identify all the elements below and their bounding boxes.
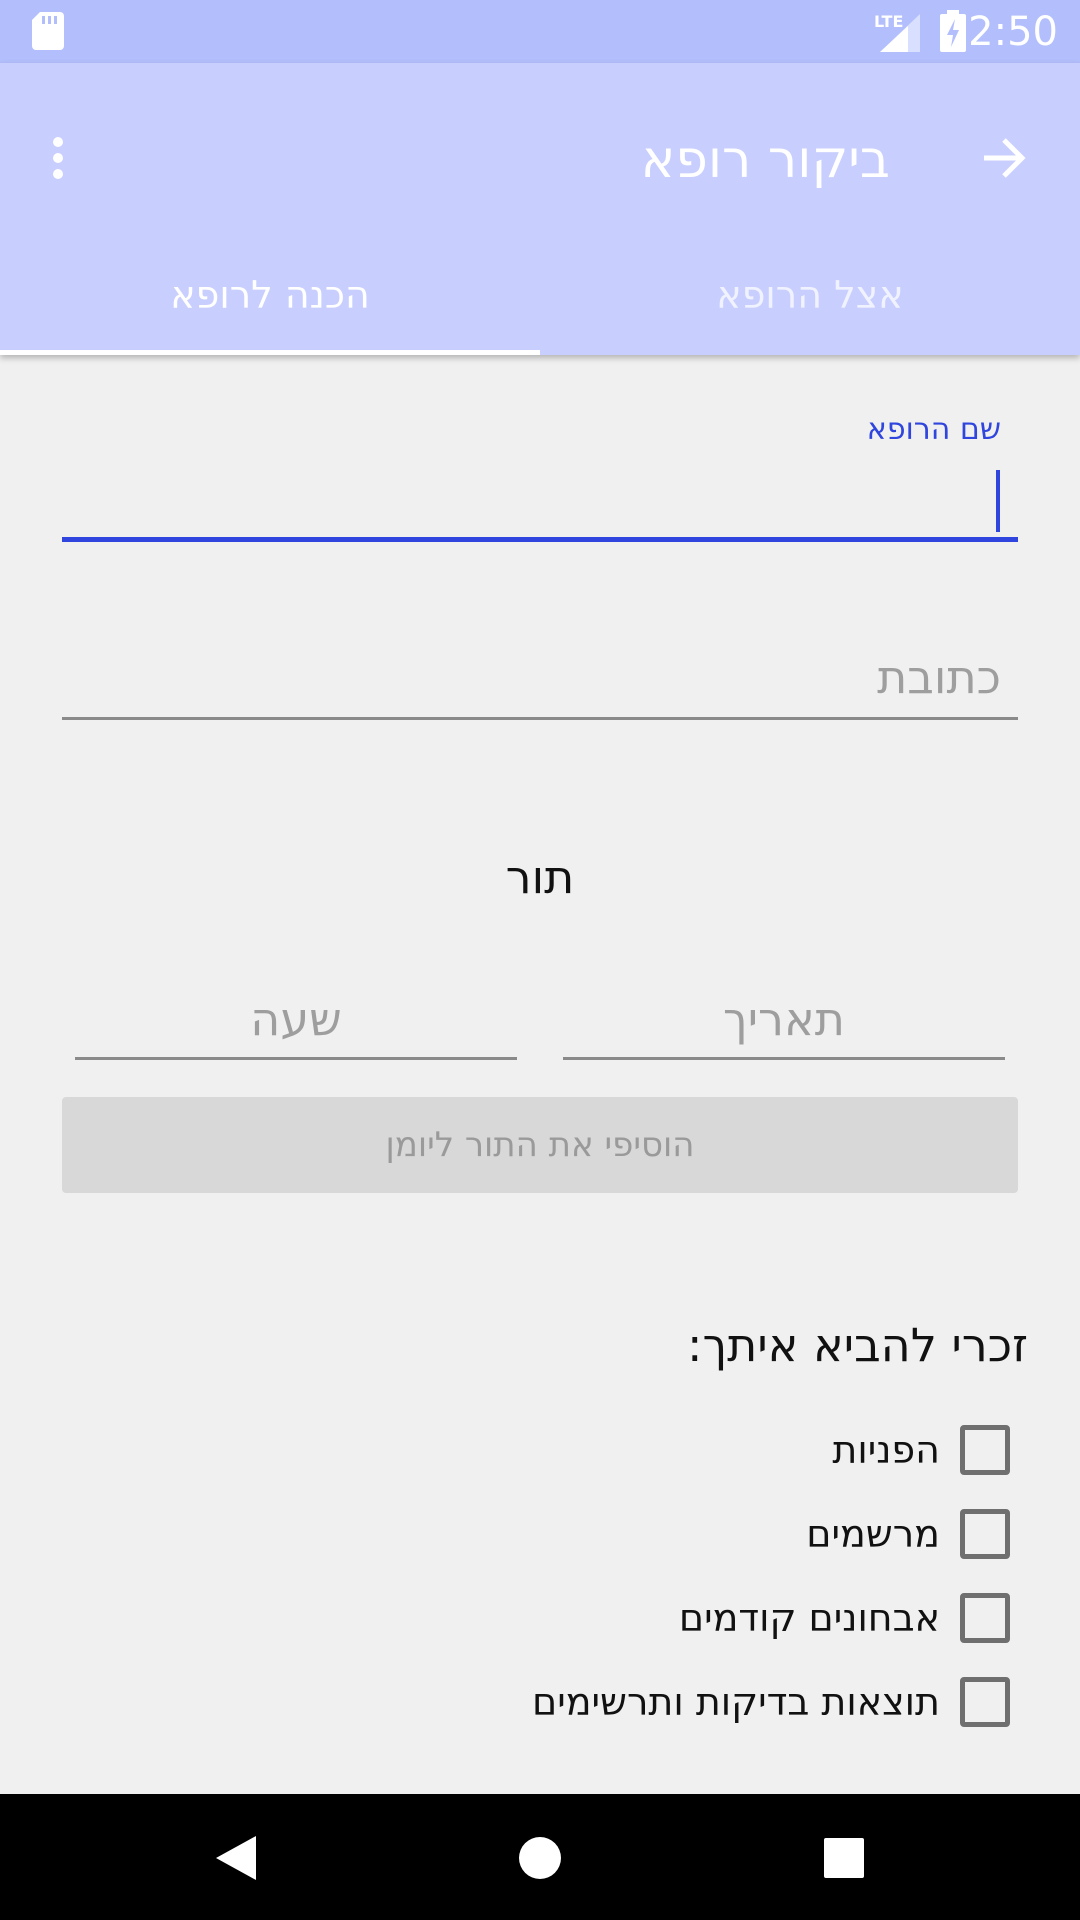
- checkbox[interactable]: [960, 1593, 1010, 1643]
- doctor-name-label: שם הרופא: [866, 412, 1001, 447]
- checklist-item-label: מרשמים: [806, 1512, 940, 1556]
- checklist-item-label: הפניות: [832, 1428, 940, 1472]
- address-field[interactable]: כתובת: [877, 650, 1001, 704]
- date-underline: [563, 1057, 1005, 1060]
- checkbox[interactable]: [960, 1509, 1010, 1559]
- time-field[interactable]: שעה: [75, 992, 517, 1046]
- address-underline: [62, 717, 1018, 720]
- arrow-forward-icon[interactable]: [982, 136, 1026, 180]
- navigation-bar: [0, 1794, 1080, 1920]
- doctor-name-underline: [62, 537, 1018, 542]
- checklist-item[interactable]: תוצאות בדיקות ותרשימים: [532, 1674, 1010, 1730]
- signal-icon: [880, 14, 920, 52]
- status-bar: LTE 2:50: [0, 0, 1080, 63]
- tab-indicator: [0, 350, 540, 355]
- sd-card-icon: [32, 12, 64, 50]
- recents-square-icon[interactable]: [824, 1838, 864, 1878]
- checklist-item[interactable]: הפניות: [832, 1422, 1010, 1478]
- page-title: ביקור רופא: [640, 130, 890, 190]
- date-field[interactable]: תאריך: [563, 992, 1005, 1046]
- text-cursor: [996, 470, 1000, 532]
- tab-at-doctor[interactable]: אצל הרופא: [540, 270, 1080, 330]
- checkbox[interactable]: [960, 1425, 1010, 1475]
- time-underline: [75, 1057, 517, 1060]
- back-triangle-icon[interactable]: [216, 1836, 256, 1880]
- checklist-title: זכרי להביא איתך:: [686, 1318, 1028, 1372]
- checklist-item-label: תוצאות בדיקות ותרשימים: [532, 1680, 940, 1724]
- battery-charging-icon: [940, 10, 966, 52]
- more-vert-icon[interactable]: [48, 136, 68, 180]
- status-time: 2:50: [968, 9, 1058, 55]
- checklist-item[interactable]: מרשמים: [806, 1506, 1010, 1562]
- checklist-item-label: אבחונים קודמים: [678, 1596, 940, 1640]
- doctor-name-field[interactable]: [62, 460, 1018, 540]
- tab-preparation[interactable]: הכנה לרופא: [0, 270, 540, 330]
- checklist-item[interactable]: אבחונים קודמים: [679, 1590, 1010, 1646]
- appointment-title: תור: [505, 850, 575, 904]
- checkbox[interactable]: [960, 1677, 1010, 1727]
- add-to-calendar-button[interactable]: הוסיפי את התור ליומן: [62, 1097, 1018, 1193]
- home-circle-icon[interactable]: [518, 1836, 562, 1880]
